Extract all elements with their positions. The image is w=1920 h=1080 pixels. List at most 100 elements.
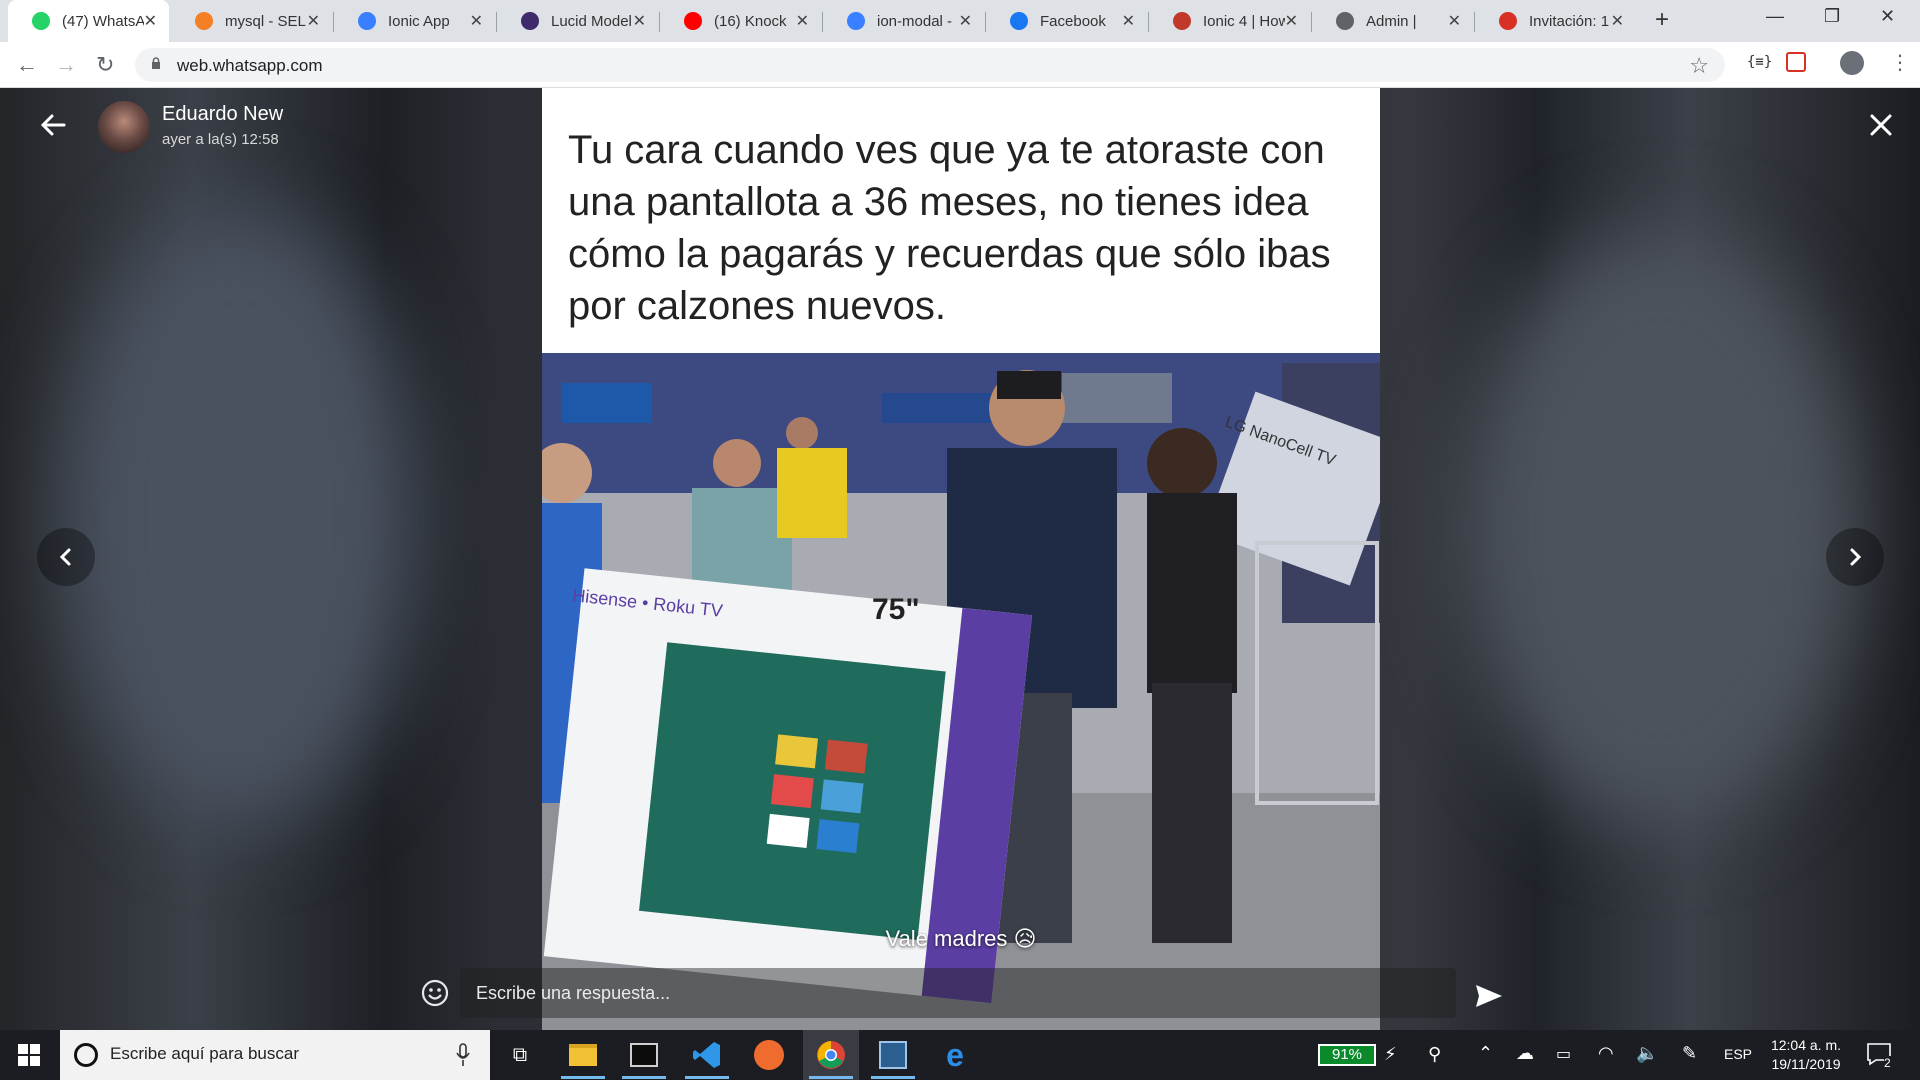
status-progress-segment [1071,115,1190,121]
tv-size-label: 75" [872,593,920,626]
emoji-icon[interactable] [420,978,450,1008]
new-tab-button[interactable]: + [1655,6,1669,34]
vscode-icon[interactable] [690,1038,724,1072]
tab-close-icon[interactable]: ✕ [633,11,646,31]
minimize-button[interactable]: — [1766,6,1784,27]
chevron-left-icon [59,548,71,566]
language-indicator[interactable]: ESP [1724,1046,1752,1062]
chevron-right-icon [1850,548,1862,566]
tab-title: Ionic 4 | How [1203,12,1285,30]
windows-start-icon[interactable] [18,1044,40,1066]
vscode-active-indicator [685,1076,729,1079]
volume-icon[interactable]: 🔈 [1636,1043,1658,1064]
notification-count-badge: 2 [1884,1056,1891,1070]
browser-tab[interactable]: Lucid Model ✕ [497,0,658,42]
meme-text: Tu cara cuando ves que ya te atoraste co… [568,128,1331,328]
tab-favicon-icon [32,12,50,30]
forward-icon[interactable]: → [55,52,77,78]
tab-title: Lucid Model [551,12,632,30]
maximize-button[interactable]: ❐ [1824,6,1840,27]
tab-close-icon[interactable]: ✕ [1122,11,1135,31]
next-status-button[interactable] [1826,528,1884,586]
tab-favicon-icon [195,12,213,30]
task-view-icon[interactable]: ⧉ [503,1038,537,1072]
status-caption: Vale madres 😥 [885,926,1037,951]
tab-close-icon[interactable]: ✕ [1285,11,1298,31]
browser-tab[interactable]: Ionic App ✕ [334,0,495,42]
browser-tab[interactable]: Facebook ✕ [986,0,1147,42]
tab-close-icon[interactable]: ✕ [959,11,972,31]
browser-tab[interactable]: mysql - SELECT✕ [171,0,332,42]
windows-taskbar: Escribe aquí para buscar ⧉ e 91% ⚡ ⚲ ⌃ ☁… [0,1030,1920,1080]
status-progress-segment [948,115,1067,121]
avatar[interactable] [98,101,150,153]
pen-icon[interactable]: ✎ [1682,1043,1697,1064]
cortana-icon [74,1043,98,1067]
status-progress-fill [825,115,871,121]
tab-separator [659,12,660,32]
postman-icon[interactable] [752,1038,786,1072]
bookmark-star-icon[interactable]: ☆ [1689,53,1709,79]
send-icon[interactable] [1474,981,1504,1011]
tab-separator [1311,12,1312,32]
lock-icon [152,57,160,69]
profile-avatar-icon[interactable] [1840,51,1864,75]
browser-tab[interactable]: Invitación: 1 ✕ [1475,0,1636,42]
file-explorer-icon[interactable] [566,1038,600,1072]
previous-status-button[interactable] [37,528,95,586]
json-extension-icon[interactable]: {≡} [1747,54,1772,70]
clock[interactable]: 12:04 a. m. 19/11/2019 [1760,1036,1852,1074]
pocket-extension-icon[interactable] [1786,52,1806,72]
onedrive-cloud-icon[interactable]: ☁ [1516,1043,1534,1064]
power-plug-icon[interactable]: ⚡ [1384,1044,1397,1065]
tab-close-icon[interactable]: ✕ [307,11,320,31]
terminal-icon[interactable] [627,1038,661,1072]
status-viewer: Tu cara cuando ves que ya te atoraste co… [0,88,1920,1030]
back-arrow-icon[interactable] [38,110,68,140]
tab-title: Facebook [1040,12,1106,30]
tab-title: (47) WhatsApp [62,12,144,30]
mysql-workbench-icon[interactable] [876,1038,910,1072]
status-author: Eduardo New ayer a la(s) 12:58 [98,101,283,153]
chrome-taskbar-icon[interactable] [803,1030,859,1080]
address-bar[interactable]: web.whatsapp.com ☆ [135,48,1725,82]
author-name: Eduardo New [162,103,284,125]
chevron-up-icon[interactable]: ⌃ [1478,1043,1493,1064]
tab-close-icon[interactable]: ✕ [470,11,483,31]
menu-kebab-icon[interactable]: ⋮ [1890,50,1910,75]
people-icon[interactable]: ⚲ [1428,1044,1441,1065]
browser-tab[interactable]: Admin | ✕ [1312,0,1473,42]
tab-close-icon[interactable]: ✕ [144,11,157,31]
reply-input[interactable] [476,968,1406,1018]
tab-favicon-icon [1336,12,1354,30]
tab-favicon-icon [1499,12,1517,30]
tab-favicon-icon [521,12,539,30]
taskbar-search[interactable]: Escribe aquí para buscar [60,1030,490,1080]
clock-date: 19/11/2019 [1771,1056,1841,1072]
tab-favicon-icon [847,12,865,30]
tab-title: ion-modal - [877,12,953,30]
battery-tray-icon[interactable]: ▭ [1556,1044,1571,1064]
browser-tab[interactable]: (47) WhatsApp✕ [8,0,169,42]
close-icon[interactable] [1866,110,1896,140]
reload-icon[interactable]: ↻ [96,52,114,78]
back-icon[interactable]: ← [16,52,38,78]
file-explorer-active-indicator [561,1076,605,1079]
tab-favicon-icon [358,12,376,30]
tab-close-icon[interactable]: ✕ [796,11,809,31]
mysql-workbench-active-indicator [871,1076,915,1079]
tab-favicon-icon [1173,12,1191,30]
browser-tab[interactable]: Ionic 4 | How ✕ [1149,0,1310,42]
status-progress-fill [702,115,821,121]
close-window-button[interactable]: ✕ [1880,6,1895,27]
chrome-active-indicator [809,1076,853,1079]
wifi-icon[interactable]: ◠ [1598,1043,1614,1064]
browser-tab[interactable]: (16) Knock ✕ [660,0,821,42]
tab-close-icon[interactable]: ✕ [1448,11,1461,31]
edge-icon[interactable]: e [938,1037,972,1073]
battery-indicator[interactable]: 91% [1318,1044,1376,1066]
tab-close-icon[interactable]: ✕ [1611,11,1624,31]
status-progress-segment [825,115,944,121]
microphone-icon[interactable] [456,1043,470,1067]
browser-tab[interactable]: ion-modal - ✕ [823,0,984,42]
